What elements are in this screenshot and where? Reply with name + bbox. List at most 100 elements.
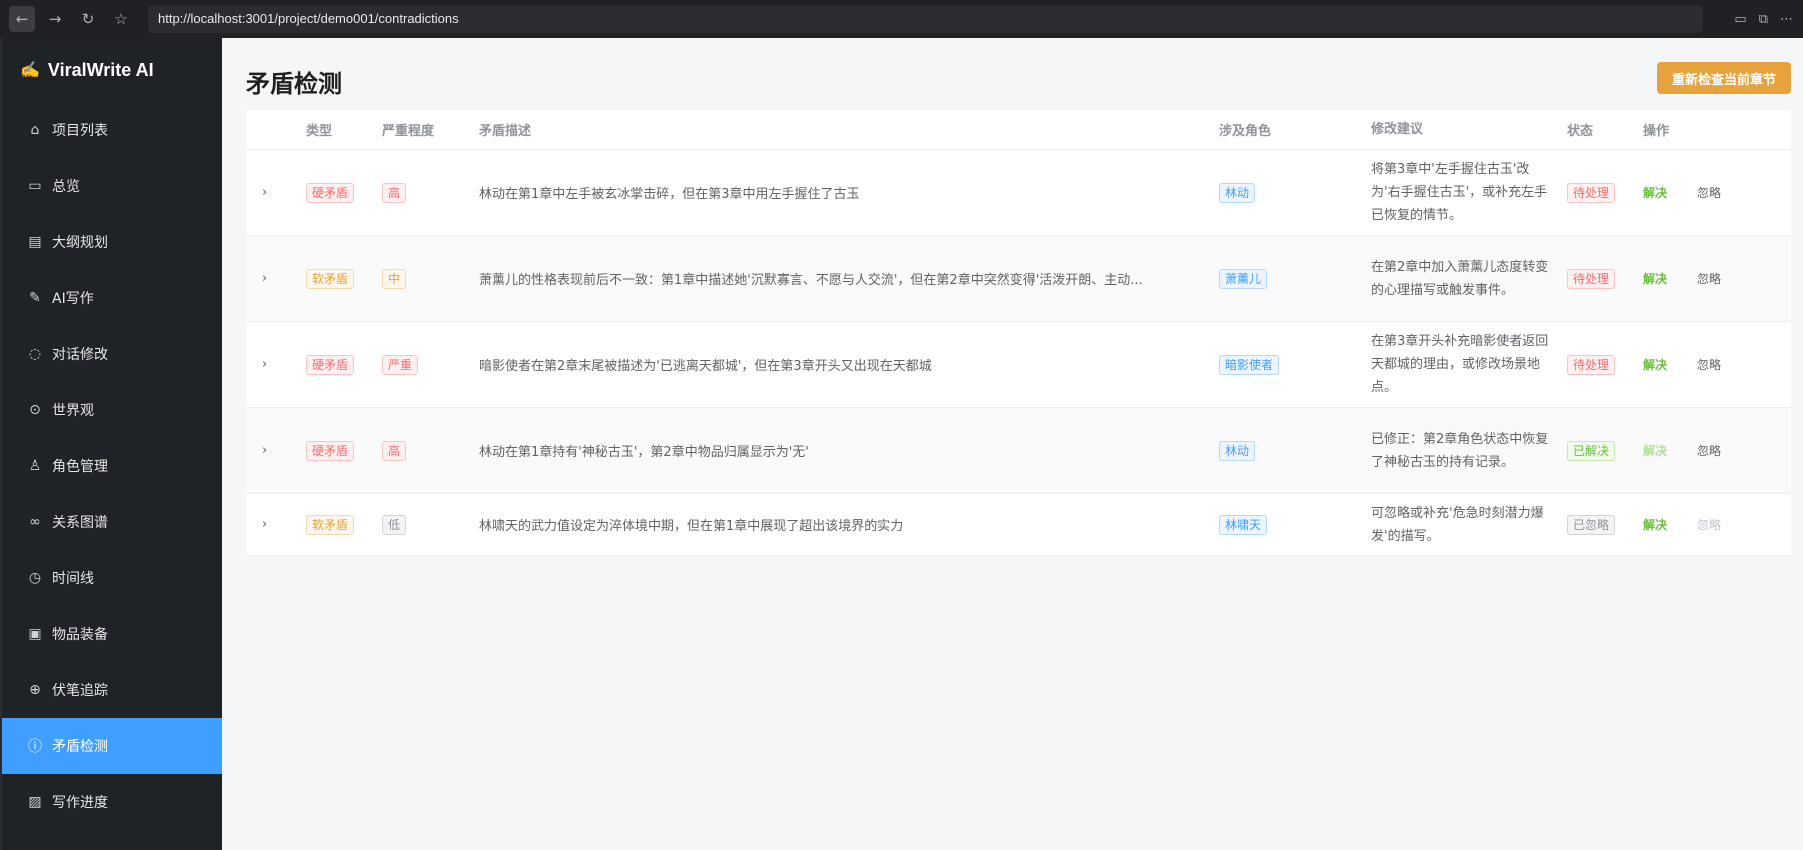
link-icon: ∞ — [29, 514, 41, 530]
sidebar-menu: ⌂ 项目列表 ▭ 总览 ▤ 大纲规划 ✎ AI写作 ◌ 对话修改 ⊙ 世界观 ♙ 角色管理 ∞ 关系图谱 ◷ 时间… — [2, 102, 222, 830]
pen-icon: ✍ — [20, 62, 40, 79]
status-badge: 已忽略 — [1567, 514, 1616, 535]
status-badge: 待处理 — [1567, 354, 1616, 375]
page-title: 矛盾检测 — [246, 70, 342, 98]
header-characters: 涉及角色 — [1219, 124, 1272, 139]
cast-icon[interactable]: ▭ — [1734, 12, 1746, 27]
monitor-icon: ▭ — [28, 178, 42, 194]
header-severity: 严重程度 — [382, 124, 435, 139]
type-tag: 软矛盾 — [306, 268, 355, 289]
severity-tag: 高 — [382, 440, 407, 461]
sidebar-item-7[interactable]: ∞ 关系图谱 — [2, 494, 222, 550]
table-header: 类型 严重程度 矛盾描述 涉及角色 修改建议 状态 操作 — [246, 110, 1791, 150]
sidebar-item-5[interactable]: ⊙ 世界观 — [2, 382, 222, 438]
expand-chevron-icon[interactable]: › — [246, 517, 286, 532]
table-row: › 硬矛盾 高 林动在第1章中左手被玄冰掌击碎，但在第3章中用左手握住了古玉 林动 将第3… — [246, 150, 1791, 236]
location-icon: ⊙ — [29, 402, 41, 418]
character-tag: 林动 — [1219, 440, 1256, 461]
expand-chevron-icon[interactable]: › — [246, 185, 286, 200]
status-badge: 待处理 — [1567, 182, 1616, 203]
type-tag: 软矛盾 — [306, 514, 355, 535]
chat-icon: ◌ — [28, 346, 42, 362]
sidebar-item-8[interactable]: ◷ 时间线 — [2, 550, 222, 606]
suggestion-cell: 将第3章中'左手握住古玉'改为'右手握住古玉'，或补充左手已恢复的情节。 — [1371, 162, 1548, 223]
severity-tag: 低 — [382, 514, 407, 535]
sidebar-item-label: 关系图谱 — [52, 515, 108, 531]
suggestion-cell: 在第2章中加入萧薰儿态度转变的心理描写或触发事件。 — [1371, 259, 1549, 298]
header-status: 状态 — [1567, 124, 1594, 139]
suggestion-cell: 已修正：第2章角色状态中恢复了神秘古玉的持有记录。 — [1371, 431, 1549, 470]
document-icon: ▤ — [28, 234, 42, 250]
header-suggestion: 修改建议 — [1371, 122, 1424, 137]
resolve-button[interactable]: 解决 — [1643, 516, 1667, 533]
severity-tag: 高 — [382, 182, 407, 203]
browser-toolbar: ← → ↻ ☆ http://localhost:3001/project/de… — [0, 0, 1803, 38]
sidebar-item-12[interactable]: ▨ 写作进度 — [2, 774, 222, 830]
sidebar-item-label: 矛盾检测 — [52, 739, 108, 755]
character-tag: 林啸天 — [1219, 514, 1268, 535]
sidebar: ✍ ViralWrite AI ⌂ 项目列表 ▭ 总览 ▤ 大纲规划 ✎ AI写作 ◌ 对话修改 ⊙… — [0, 38, 222, 850]
sidebar-item-1[interactable]: ▭ 总览 — [2, 158, 222, 214]
contradictions-table: 类型 严重程度 矛盾描述 涉及角色 修改建议 状态 操作 › 硬矛盾高林动在第1章… — [246, 110, 1791, 556]
resolve-button[interactable]: 解决 — [1643, 184, 1667, 201]
table-row: › 硬矛盾 高 林动在第1章持有'神秘古玉'，第2章中物品归属显示为'无' 林动 已修正：… — [246, 408, 1791, 494]
resolve-button[interactable]: 解决 — [1643, 356, 1667, 373]
sidebar-item-11[interactable]: ⓘ 矛盾检测 — [2, 718, 222, 774]
ignore-button[interactable]: 忽略 — [1697, 270, 1721, 287]
brand: ✍ ViralWrite AI — [2, 38, 222, 102]
sidebar-item-6[interactable]: ♙ 角色管理 — [2, 438, 222, 494]
table-row: › 软矛盾 中 萧薰儿的性格表现前后不一致：第1章中描述她'沉默寡言、不愿与人交流'，… — [246, 236, 1791, 322]
type-tag: 硬矛盾 — [306, 354, 355, 375]
sidebar-item-3[interactable]: ✎ AI写作 — [2, 270, 222, 326]
resolve-button[interactable]: 解决 — [1643, 270, 1667, 287]
sidebar-item-2[interactable]: ▤ 大纲规划 — [2, 214, 222, 270]
sidebar-item-label: 写作进度 — [52, 795, 108, 811]
more-icon[interactable]: ⋯ — [1780, 12, 1793, 27]
forward-arrow-icon[interactable]: → — [42, 6, 68, 32]
ignore-button[interactable]: 忽略 — [1697, 442, 1721, 459]
ignore-button[interactable]: 忽略 — [1697, 356, 1721, 373]
reload-icon[interactable]: ↻ — [75, 6, 101, 32]
sidebar-item-10[interactable]: ⊕ 伏笔追踪 — [2, 662, 222, 718]
brand-name: ViralWrite AI — [47, 59, 154, 80]
sidebar-item-label: 总览 — [52, 179, 80, 195]
resolve-button[interactable]: 解决 — [1643, 442, 1667, 459]
description-cell: 暗影使者在第2章末尾被描述为'已逃离天都城'，但在第3章开头又出现在天都城 — [479, 359, 932, 374]
address-bar[interactable]: http://localhost:3001/project/demo001/co… — [148, 5, 1703, 33]
clock-icon: ◷ — [28, 570, 42, 586]
sidebar-item-label: 项目列表 — [52, 123, 108, 139]
table-row: › 硬矛盾 严重 暗影使者在第2章末尾被描述为'已逃离天都城'，但在第3章开头又出现在… — [246, 322, 1791, 408]
main-content: 矛盾检测 重新检查当前章节 类型 严重程度 矛盾描述 涉及角色 修改建议 状态 … — [222, 38, 1803, 850]
expand-chevron-icon[interactable]: › — [246, 443, 286, 458]
expand-chevron-icon[interactable]: › — [246, 357, 286, 372]
description-cell: 林啸天的武力值设定为淬体境中期，但在第1章中展现了超出该境界的实力 — [479, 519, 904, 534]
back-arrow-icon[interactable]: ← — [9, 6, 35, 32]
aim-icon: ⊕ — [29, 682, 41, 698]
edit-icon: ✎ — [29, 290, 41, 306]
character-tag: 萧薰儿 — [1219, 268, 1268, 289]
sidebar-item-9[interactable]: ▣ 物品装备 — [2, 606, 222, 662]
chart-icon: ▨ — [28, 794, 42, 810]
sidebar-item-4[interactable]: ◌ 对话修改 — [2, 326, 222, 382]
type-tag: 硬矛盾 — [306, 182, 355, 203]
sidebar-item-label: 大纲规划 — [52, 235, 108, 251]
header-type: 类型 — [306, 124, 333, 139]
recheck-chapter-button[interactable]: 重新检查当前章节 — [1656, 62, 1791, 94]
sidebar-item-label: 物品装备 — [52, 627, 108, 643]
sidebar-item-0[interactable]: ⌂ 项目列表 — [2, 102, 222, 158]
status-badge: 已解决 — [1567, 440, 1616, 461]
sidebar-item-label: 世界观 — [52, 403, 94, 419]
expand-chevron-icon[interactable]: › — [246, 271, 286, 286]
suggestion-cell: 在第3章开头补充暗影使者返回天都城的理由，或修改场景地点。 — [1371, 334, 1549, 395]
ignore-button[interactable]: 忽略 — [1697, 184, 1721, 201]
extensions-icon[interactable]: ⧉ — [1759, 12, 1768, 27]
briefcase-icon: ▣ — [28, 626, 42, 642]
description-cell: 林动在第1章中左手被玄冰掌击碎，但在第3章中用左手握住了古玉 — [479, 187, 860, 202]
severity-tag: 中 — [382, 268, 407, 289]
ignore-button[interactable]: 忽略 — [1697, 516, 1721, 533]
bookmark-star-icon[interactable]: ☆ — [108, 6, 134, 32]
description-cell: 萧薰儿的性格表现前后不一致：第1章中描述她'沉默寡言、不愿与人交流'，但在第2章… — [479, 273, 1143, 288]
sidebar-item-label: 角色管理 — [52, 459, 108, 475]
header-actions: 操作 — [1643, 124, 1670, 139]
severity-tag: 严重 — [382, 354, 419, 375]
